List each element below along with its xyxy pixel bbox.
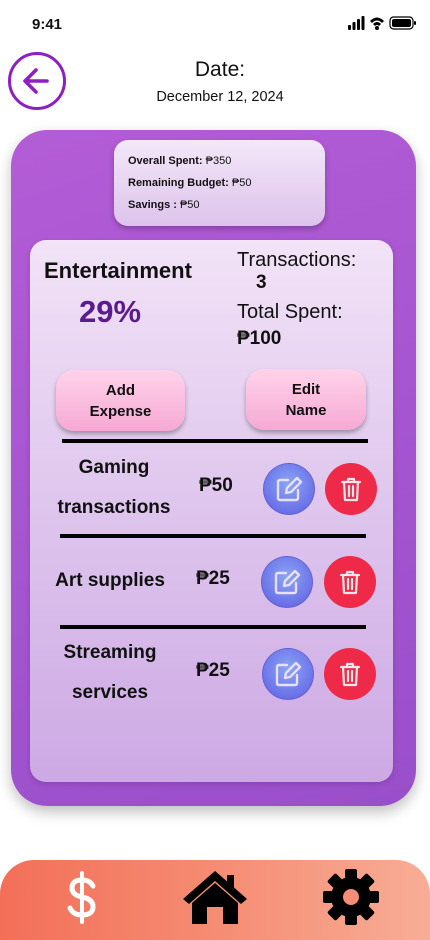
trash-icon [339,570,361,595]
delete-transaction-button[interactable] [324,648,376,700]
dollar-icon [67,871,96,924]
divider [60,625,366,629]
gear-icon [323,869,379,925]
nav-home-button[interactable] [180,866,250,926]
bottom-nav [0,860,430,940]
edit-transaction-button[interactable] [261,556,313,608]
category-name: Entertainment [44,258,192,283]
edit-transaction-button[interactable] [262,648,314,700]
edit-transaction-button[interactable] [263,463,315,515]
transactions-count: 3 [256,272,267,293]
transaction-name: Art supplies [55,570,165,591]
signal-wifi-battery-icon [348,16,416,30]
total-spent-label: Total Spent: [237,301,343,323]
transactions-label: Transactions: [237,249,357,271]
status-icons [348,14,418,32]
overall-spent-line: Overall Spent: ₱350 [128,155,231,167]
date-label: Date: [194,58,246,81]
transaction-amount: ₱50 [199,475,233,496]
transaction-amount: ₱25 [196,568,230,589]
savings-value: ₱50 [176,199,200,211]
category-percent: 29% [79,294,142,329]
savings-line: Savings : ₱50 [128,199,200,211]
back-button[interactable] [8,52,66,110]
edit-name-button[interactable]: Edit Name [246,369,366,430]
divider [60,534,366,538]
pencil-square-icon [275,661,302,687]
trash-icon [340,477,362,502]
total-spent-value: ₱100 [237,328,282,349]
transaction-amount: ₱25 [196,660,230,681]
date-value: December 12, 2024 [156,89,284,105]
remaining-budget-value: ₱50 [228,177,252,189]
remaining-budget-label: Remaining Budget: [128,177,229,189]
status-time: 9:41 [32,16,63,33]
add-expense-button[interactable]: Add Expense [56,370,185,431]
summary-card: Overall Spent: ₱350 Remaining Budget: ₱5… [114,140,325,226]
overall-spent-value: ₱350 [202,155,232,167]
trash-icon [339,662,361,687]
pencil-square-icon [276,476,303,502]
transaction-name: Gaming transactions [57,457,171,518]
arrow-left-icon [23,68,49,94]
remaining-budget-line: Remaining Budget: ₱50 [128,177,251,189]
savings-label: Savings : [128,199,177,211]
home-icon [183,871,247,924]
pencil-square-icon [274,569,301,595]
delete-transaction-button[interactable] [324,556,376,608]
delete-transaction-button[interactable] [325,463,377,515]
overall-spent-label: Overall Spent: [128,155,203,167]
divider [62,439,368,443]
transaction-name: Streaming services [63,642,157,703]
nav-budget-button[interactable] [52,868,112,928]
nav-settings-button[interactable] [320,866,382,928]
